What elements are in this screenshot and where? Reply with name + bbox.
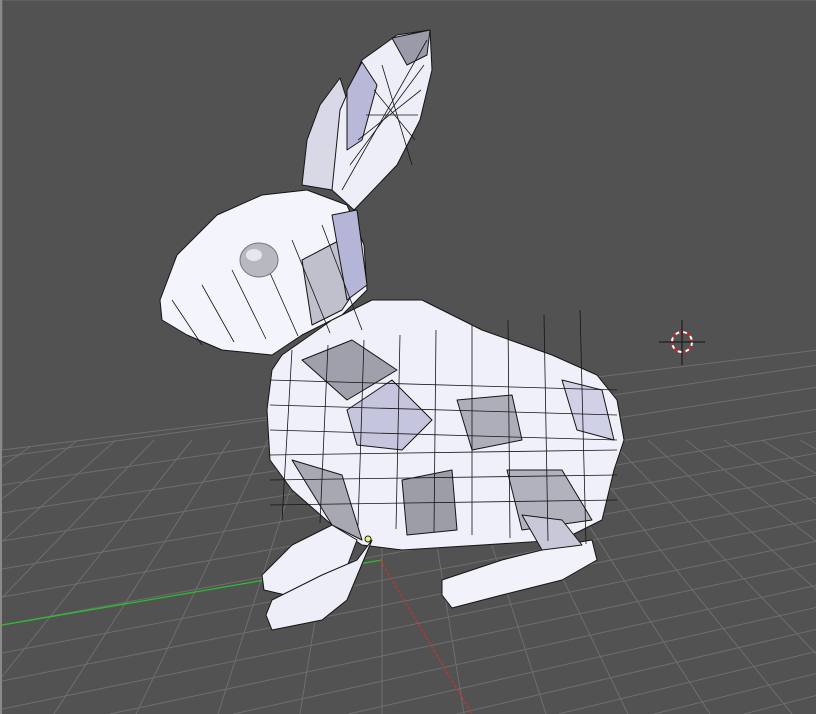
grid-line (558, 650, 816, 714)
eye-highlight (246, 249, 262, 261)
grid-line (761, 439, 816, 475)
grid-line (744, 694, 816, 714)
grid-line (653, 672, 816, 714)
grid-line (456, 628, 816, 714)
3d-viewport[interactable] (0, 0, 816, 714)
active-vertex[interactable] (364, 535, 372, 543)
grid-line (2, 439, 193, 677)
grid-line (2, 540, 816, 710)
bunny-eye (239, 242, 279, 278)
grid-line (135, 439, 269, 714)
grid-line (799, 439, 816, 450)
grid-line (53, 439, 231, 714)
viewport-canvas[interactable] (2, 0, 816, 714)
grid-line (723, 439, 816, 505)
